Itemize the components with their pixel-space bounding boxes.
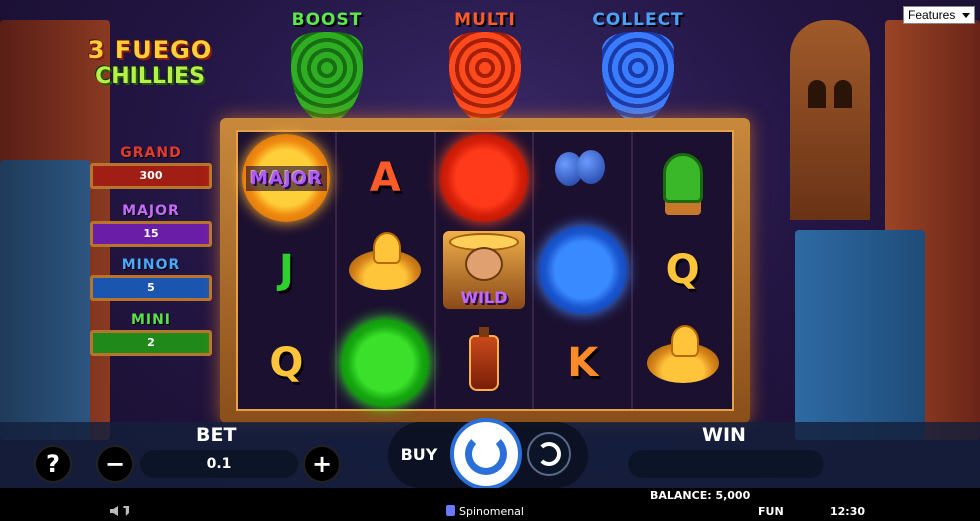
buy-label: BUY: [400, 444, 438, 464]
wild-label: WILD: [460, 288, 508, 308]
maracas-icon: [551, 150, 615, 206]
sound-icon: [110, 506, 118, 516]
help-label: ?: [46, 450, 60, 478]
decrease-bet-button[interactable]: −: [96, 445, 134, 483]
boost-chilli-cluster: BOOST: [277, 10, 377, 128]
win-title: WIN: [702, 424, 746, 446]
letter-q-symbol: Q: [269, 339, 304, 386]
features-select-value: Features: [908, 8, 956, 22]
logo-line-2: CHILLIES: [95, 64, 205, 89]
green-coin-icon: [341, 318, 430, 407]
reel-2: A: [337, 132, 436, 409]
bet-value: 0.1: [206, 456, 232, 472]
jackpot-grand: GRAND 300: [85, 145, 217, 189]
game-logo: 3 FUEGO CHILLIES: [85, 38, 215, 88]
cactus-icon: [662, 153, 703, 204]
minus-icon: −: [104, 450, 126, 478]
letter-a-symbol: A: [369, 155, 401, 202]
reel-cell: Q: [238, 317, 335, 409]
reel-cell: [436, 132, 533, 224]
jackpot-value: 15: [90, 221, 212, 247]
jackpot-mini: MINI 2: [85, 312, 217, 356]
letter-j-symbol: J: [278, 247, 294, 294]
chevron-down-icon: [962, 13, 970, 18]
collect-chilli-cluster: COLLECT: [588, 10, 688, 128]
reel-3: WILD: [436, 132, 535, 409]
spin-button[interactable]: [450, 418, 522, 490]
multi-label: MULTI: [454, 10, 516, 30]
features-select[interactable]: Features: [903, 6, 975, 24]
spinomenal-logo-icon: [446, 505, 455, 516]
boost-label: BOOST: [291, 10, 363, 30]
jackpot-label: MAJOR: [122, 203, 180, 219]
letter-q-symbol: Q: [665, 247, 700, 294]
reel-cell: WILD: [436, 224, 533, 316]
reel-cell: A: [337, 132, 434, 224]
balance-display: BALANCE: 5,000: [650, 489, 751, 502]
brand-label: Spinomenal: [446, 505, 524, 518]
autoplay-button[interactable]: [527, 432, 571, 476]
tower-window: [834, 80, 852, 108]
reel-5: Q: [633, 132, 732, 409]
mode-label: FUN: [758, 505, 784, 518]
bet-value-display: 0.1: [140, 450, 298, 478]
building-left-blue: [0, 160, 90, 440]
reel-4: K: [534, 132, 634, 409]
reel-cell: MAJOR: [238, 132, 335, 224]
help-button[interactable]: ?: [34, 445, 72, 483]
increase-bet-button[interactable]: +: [303, 445, 341, 483]
blue-coin-icon: [538, 226, 627, 315]
building-right-blue: [795, 230, 925, 440]
clock: 12:30: [830, 505, 866, 518]
jackpot-value: 5: [90, 275, 212, 301]
reel-cell: [436, 317, 533, 409]
jackpot-label: MINI: [130, 312, 172, 328]
reel-cell: [633, 132, 732, 224]
sound-toggle[interactable]: [110, 505, 136, 517]
mariachi-face-icon: [464, 247, 503, 282]
reel-cell: J: [238, 224, 335, 316]
reel-cell: [337, 317, 434, 409]
jackpot-label: MINOR: [121, 257, 181, 273]
red-chilli-icon: [449, 32, 521, 122]
hot-sauce-bottle-icon: [468, 326, 499, 391]
reel-cell: K: [534, 317, 631, 409]
wild-symbol: WILD: [442, 231, 525, 310]
brand-name: Spinomenal: [459, 505, 524, 518]
collect-label: COLLECT: [592, 10, 684, 30]
jackpot-value: 300: [90, 163, 212, 189]
plus-icon: +: [311, 450, 333, 478]
reel-cell: [633, 317, 732, 409]
reels-frame: MAJOR J Q A WILD K Q: [220, 118, 750, 423]
reels-grid: MAJOR J Q A WILD K Q: [236, 130, 734, 411]
reel-cell: [337, 224, 434, 316]
jackpot-label: GRAND: [120, 145, 182, 161]
letter-k-symbol: K: [567, 339, 599, 386]
bet-title: BET: [196, 424, 237, 446]
autoplay-icon: [537, 442, 561, 466]
church-tower: [790, 20, 870, 220]
tower-window: [808, 80, 826, 108]
blue-chilli-icon: [602, 32, 674, 122]
jackpot-major: MAJOR 15: [85, 203, 217, 247]
sombrero-icon: [349, 232, 422, 291]
sombrero-icon: [646, 324, 719, 383]
coin-major-label: MAJOR: [246, 165, 327, 191]
reel-cell: [534, 224, 631, 316]
jackpot-minor: MINOR 5: [85, 257, 217, 301]
reel-cell: [534, 132, 631, 224]
logo-line-1: 3 FUEGO: [87, 36, 213, 64]
buy-feature-button[interactable]: BUY: [390, 434, 448, 474]
win-value-display: [628, 450, 824, 478]
reel-cell: Q: [633, 224, 732, 316]
music-icon: [123, 506, 129, 516]
jackpot-value: 2: [90, 330, 212, 356]
spin-icon: [465, 433, 507, 475]
reel-1: MAJOR J Q: [238, 132, 337, 409]
multi-chilli-cluster: MULTI: [435, 10, 535, 128]
gold-coin-icon: MAJOR: [242, 134, 331, 223]
green-chilli-icon: [291, 32, 363, 122]
red-coin-icon: [439, 134, 528, 223]
